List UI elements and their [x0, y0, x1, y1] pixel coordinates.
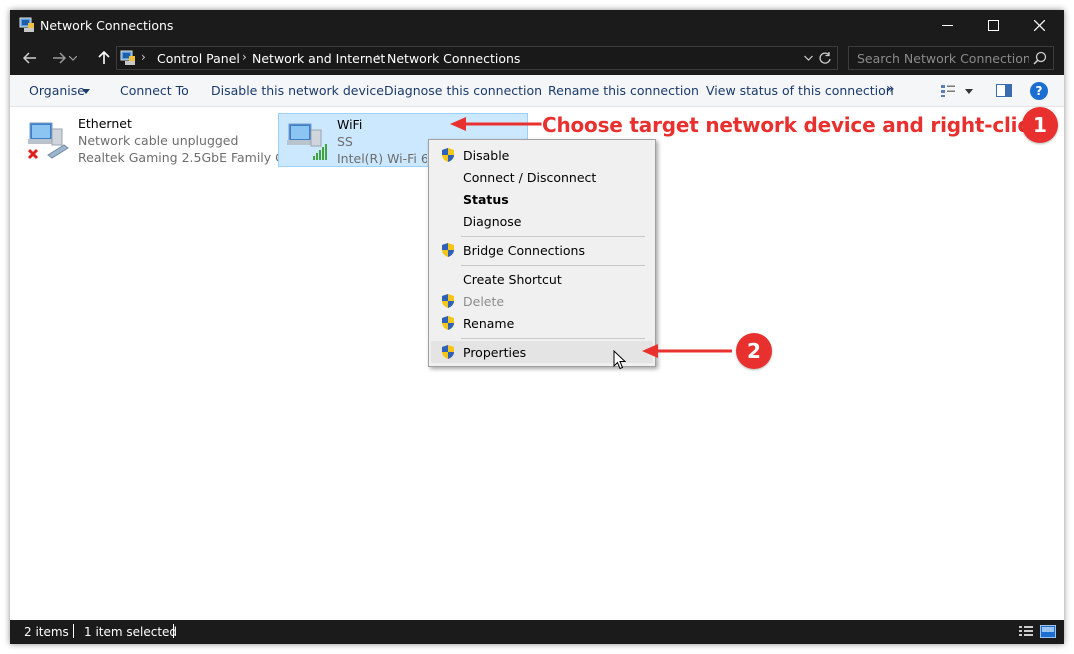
window-title: Network Connections	[40, 18, 174, 33]
menu-item-label: Disable	[463, 148, 510, 163]
close-icon	[1033, 20, 1045, 31]
annotation-badge-2: 2	[736, 333, 772, 369]
menu-item-disable[interactable]: Disable	[431, 144, 653, 166]
arrow-left-icon	[23, 52, 36, 64]
breadcrumb-separator: ›	[376, 50, 381, 64]
menu-item-label: Delete	[463, 294, 505, 309]
annotation-arrow-1-icon	[450, 117, 542, 131]
breadcrumb-control-panel[interactable]: Control Panel	[157, 51, 240, 66]
breadcrumb-network-connections[interactable]: Network Connections	[387, 51, 520, 66]
breadcrumb-network-and-internet[interactable]: Network and Internet	[252, 51, 385, 66]
uac-shield-icon	[442, 243, 454, 257]
uac-shield-icon	[442, 148, 454, 162]
more-commands-button[interactable]: »	[886, 81, 895, 97]
mouse-cursor-icon	[613, 350, 627, 370]
title-bar: Network Connections	[10, 10, 1064, 41]
address-history-chevron-icon[interactable]	[804, 53, 813, 63]
close-button[interactable]	[1016, 10, 1062, 41]
menu-item-status[interactable]: Status	[431, 188, 653, 210]
organise-dropdown-icon	[82, 89, 90, 94]
menu-item-label: Diagnose	[463, 214, 522, 229]
menu-item-diagnose[interactable]: Diagnose	[431, 210, 653, 232]
address-bar-row: › Control Panel › Network and Internet ›…	[10, 41, 1064, 75]
menu-item-bridge-connections[interactable]: Bridge Connections	[431, 239, 653, 261]
connection-device: Realtek Gaming 2.5GbE Family Co...	[78, 150, 304, 165]
annotation-badge-1: 1	[1022, 107, 1058, 143]
menu-separator	[461, 236, 645, 237]
organise-label: Organise	[29, 83, 85, 98]
back-button[interactable]	[19, 47, 41, 69]
search-icon	[1033, 51, 1047, 65]
menu-item-label: Status	[463, 192, 509, 207]
control-panel-icon	[120, 50, 135, 65]
uac-shield-icon	[442, 294, 454, 308]
large-icons-view-icon[interactable]	[1040, 625, 1056, 638]
maximize-button[interactable]	[970, 10, 1016, 41]
network-connections-app-icon	[19, 17, 34, 32]
refresh-icon[interactable]	[818, 51, 832, 65]
organise-button[interactable]: Organise	[29, 83, 85, 98]
context-menu: Disable Connect / Disconnect Status Diag…	[428, 139, 656, 367]
chevron-down-icon	[69, 55, 77, 61]
explorer-window: Network Connections › Control Panel › Ne…	[10, 10, 1064, 644]
annotation-step-1-text: Choose target network device and right-c…	[542, 113, 1043, 137]
menu-separator	[461, 338, 645, 339]
recent-locations-button[interactable]	[66, 47, 80, 69]
address-box[interactable]: › Control Panel › Network and Internet ›…	[116, 46, 838, 70]
preview-pane-icon[interactable]	[996, 84, 1012, 97]
menu-item-label: Bridge Connections	[463, 243, 585, 258]
connect-to-button[interactable]: Connect To	[120, 83, 189, 98]
menu-separator	[461, 265, 645, 266]
change-view-icon[interactable]	[940, 84, 956, 98]
up-button[interactable]	[93, 47, 115, 69]
rename-button[interactable]: Rename this connection	[548, 83, 699, 98]
menu-item-delete[interactable]: Delete	[431, 290, 653, 312]
arrow-right-icon	[53, 52, 66, 64]
connection-item-ethernet[interactable]: Ethernet Network cable unplugged Realtek…	[20, 113, 303, 167]
minimize-button[interactable]	[924, 10, 970, 41]
help-icon[interactable]: ?	[1030, 82, 1048, 100]
view-status-button[interactable]: View status of this connection	[706, 83, 894, 98]
status-separator	[173, 624, 174, 638]
disable-device-button[interactable]: Disable this network device	[211, 83, 384, 98]
status-separator	[73, 624, 74, 638]
search-input[interactable]	[849, 47, 1029, 69]
ethernet-adapter-icon	[27, 122, 69, 160]
minimize-icon	[941, 25, 953, 26]
item-count: 2 items	[24, 625, 69, 639]
search-box[interactable]	[848, 46, 1054, 70]
menu-item-label: Properties	[463, 345, 527, 360]
uac-shield-icon	[442, 345, 454, 359]
menu-item-create-shortcut[interactable]: Create Shortcut	[431, 268, 653, 290]
menu-item-label: Create Shortcut	[463, 272, 562, 287]
diagnose-button[interactable]: Diagnose this connection	[384, 83, 542, 98]
details-view-icon[interactable]	[1018, 625, 1034, 638]
connection-name: WiFi	[337, 117, 363, 132]
menu-item-label: Connect / Disconnect	[463, 170, 597, 185]
connection-device: Intel(R) Wi-Fi 6E A	[337, 151, 427, 166]
breadcrumb-separator: ›	[242, 50, 247, 64]
connection-name: Ethernet	[78, 116, 132, 131]
uac-shield-icon	[442, 316, 454, 330]
selection-count: 1 item selected	[84, 625, 178, 639]
breadcrumb-separator: ›	[141, 50, 146, 64]
menu-item-connect-disconnect[interactable]: Connect / Disconnect	[431, 166, 653, 188]
status-bar: 2 items 1 item selected	[10, 620, 1064, 644]
command-bar: Organise Connect To Disable this network…	[10, 75, 1064, 107]
annotation-arrow-2-icon	[642, 344, 732, 358]
menu-item-rename[interactable]: Rename	[431, 312, 653, 334]
wifi-adapter-icon	[287, 123, 327, 160]
connection-status: Network cable unplugged	[78, 133, 239, 148]
menu-item-label: Rename	[463, 316, 515, 331]
view-options-dropdown-icon[interactable]	[965, 89, 973, 94]
arrow-up-icon	[98, 51, 110, 64]
maximize-icon	[987, 20, 999, 31]
connection-status: SS	[337, 134, 353, 149]
